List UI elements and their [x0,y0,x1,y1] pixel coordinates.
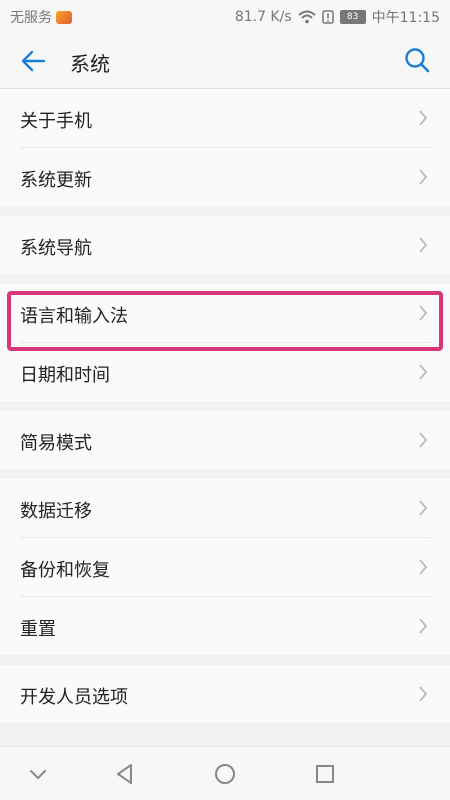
settings-item-label: 重置 [20,619,56,640]
group-about: 关于手机 系统更新 [0,89,450,206]
settings-item-reset[interactable]: 重置 [20,597,430,655]
settings-item-label: 备份和恢复 [20,560,110,581]
network-speed: 81.7 K/s [234,9,292,25]
group-data-backup: 数据迁移 备份和恢复 重置 [0,479,450,655]
chevron-right-icon [419,432,428,448]
settings-item-label: 数据迁移 [20,501,92,522]
settings-item-system-navigation[interactable]: 系统导航 [20,216,430,274]
status-bar: 无服务 81.7 K/s 83 中午11:15 [0,0,450,32]
app-notification-icon [56,10,72,24]
chevron-right-icon [419,686,428,702]
settings-item-data-migration[interactable]: 数据迁移 [20,479,430,538]
settings-list: 关于手机 系统更新 系统导航 语言和输入法 日期和时间 简易模式 数据迁移 备份… [0,89,450,733]
status-left: 无服务 [10,7,72,27]
group-navigation: 系统导航 [0,216,450,274]
settings-item-label: 日期和时间 [20,365,110,386]
nav-home-icon[interactable] [212,761,238,787]
wifi-icon [297,10,316,24]
settings-item-language-input[interactable]: 语言和输入法 [20,284,430,343]
chevron-right-icon [419,110,428,126]
navigation-bar [0,746,450,800]
settings-item-developer-options[interactable]: 开发人员选项 [20,665,430,723]
settings-item-label: 关于手机 [20,111,92,132]
chevron-right-icon [419,169,428,185]
carrier-text: 无服务 [10,10,52,26]
status-right: 81.7 K/s 83 中午11:15 [235,7,440,27]
settings-item-system-update[interactable]: 系统更新 [20,148,430,206]
sim-alert-icon [321,10,334,24]
page-title: 系统 [70,52,110,76]
nav-recents-icon[interactable] [312,761,338,787]
chevron-right-icon [419,618,428,634]
clock: 中午11:15 [371,10,440,26]
chevron-right-icon [419,237,428,253]
group-simple-mode: 简易模式 [0,411,450,469]
title-bar: 系统 [0,32,450,89]
chevron-right-icon [419,559,428,575]
chevron-right-icon [419,305,428,321]
group-developer: 开发人员选项 [0,665,450,723]
group-language-date: 语言和输入法 日期和时间 [0,284,450,401]
settings-item-about-phone[interactable]: 关于手机 [20,89,430,148]
settings-item-label: 语言和输入法 [20,306,128,327]
nav-down-icon[interactable] [25,761,51,787]
chevron-right-icon [419,364,428,380]
settings-item-label: 系统导航 [20,238,92,259]
settings-item-label: 系统更新 [20,170,92,191]
back-arrow-icon[interactable] [18,46,48,76]
settings-item-date-time[interactable]: 日期和时间 [20,343,430,401]
settings-item-label: 开发人员选项 [20,687,128,708]
settings-item-simple-mode[interactable]: 简易模式 [20,411,430,469]
battery-indicator: 83 [339,10,366,24]
chevron-right-icon [419,500,428,516]
search-icon[interactable] [402,45,432,75]
settings-screen: 无服务 81.7 K/s 83 中午11:15 系统 关于手机 系统更新 系统导… [0,0,450,800]
settings-item-label: 简易模式 [20,433,92,454]
nav-back-icon[interactable] [112,761,138,787]
settings-item-backup-restore[interactable]: 备份和恢复 [20,538,430,597]
